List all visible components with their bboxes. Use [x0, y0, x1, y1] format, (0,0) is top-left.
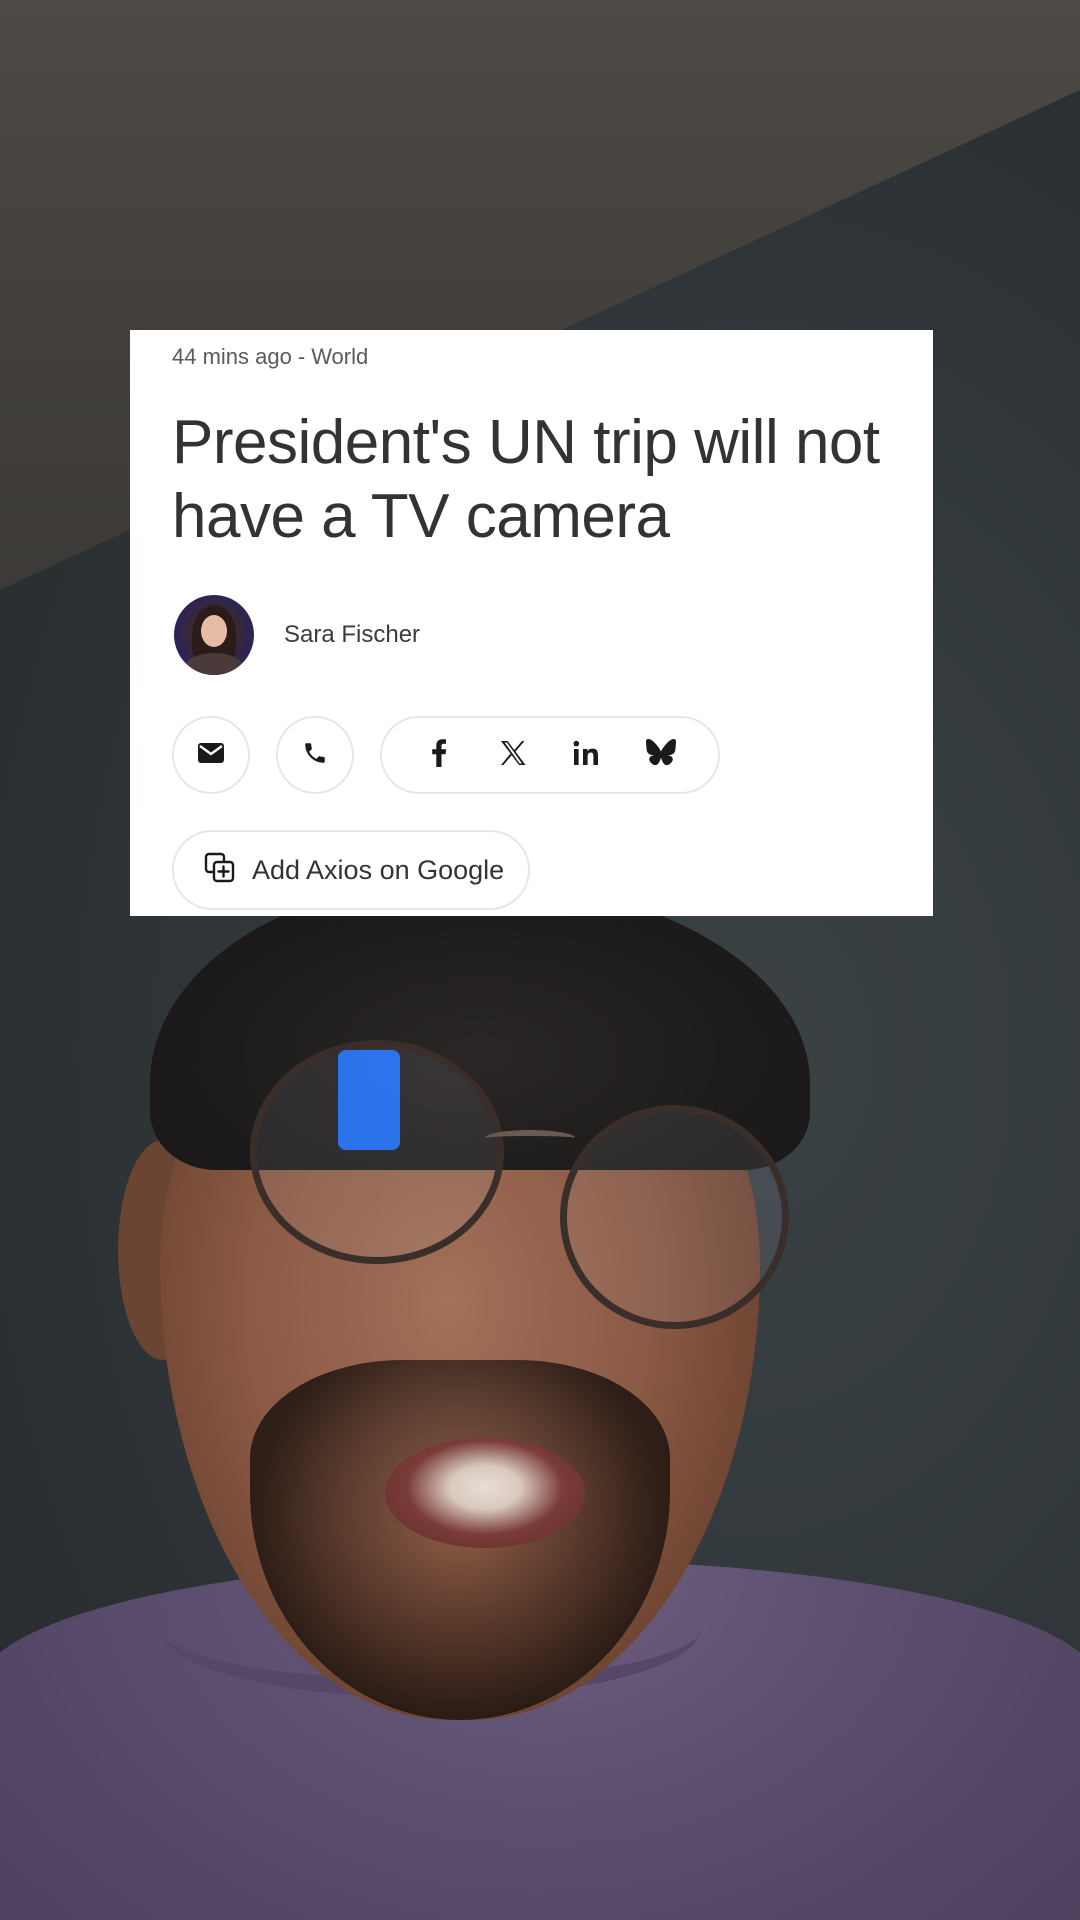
linkedin-icon	[573, 740, 601, 771]
add-axios-on-google-button[interactable]: Add Axios on Google	[172, 830, 531, 910]
meta-separator: -	[297, 344, 306, 369]
presenter-mouth	[385, 1438, 585, 1548]
linkedin-share-button[interactable]	[550, 725, 624, 785]
add-source-icon	[204, 852, 236, 889]
article-section-link[interactable]: World	[311, 344, 368, 369]
add-axios-label: Add Axios on Google	[252, 854, 505, 885]
bluesky-icon	[646, 738, 676, 771]
author-avatar[interactable]	[174, 595, 254, 675]
glasses-lens-right	[560, 1105, 789, 1329]
avatar-body	[184, 653, 244, 675]
bluesky-share-button[interactable]	[624, 725, 698, 785]
article-headline: President's UN trip will not have a TV c…	[172, 408, 880, 551]
article-meta: 44 mins ago - World	[172, 344, 368, 370]
facebook-icon	[431, 738, 447, 772]
x-icon	[499, 739, 527, 772]
glasses-reflection	[338, 1050, 400, 1150]
article-card: 44 mins ago - World President's UN trip wi…	[130, 330, 933, 916]
email-icon	[198, 742, 224, 768]
social-share-group	[380, 716, 720, 794]
avatar-face	[201, 615, 227, 647]
phone-share-button[interactable]	[276, 716, 354, 794]
facebook-share-button[interactable]	[402, 725, 476, 785]
email-share-button[interactable]	[172, 716, 250, 794]
author-name[interactable]: Sara Fischer	[284, 621, 420, 649]
x-share-button[interactable]	[476, 725, 550, 785]
video-background	[0, 0, 1080, 1920]
article-timestamp: 44 mins ago	[172, 344, 292, 369]
author-byline[interactable]: Sara Fischer	[174, 594, 420, 676]
presenter	[0, 0, 1080, 1920]
glasses-bridge	[485, 1130, 575, 1146]
share-toolbar	[172, 716, 720, 794]
phone-icon	[302, 740, 328, 771]
